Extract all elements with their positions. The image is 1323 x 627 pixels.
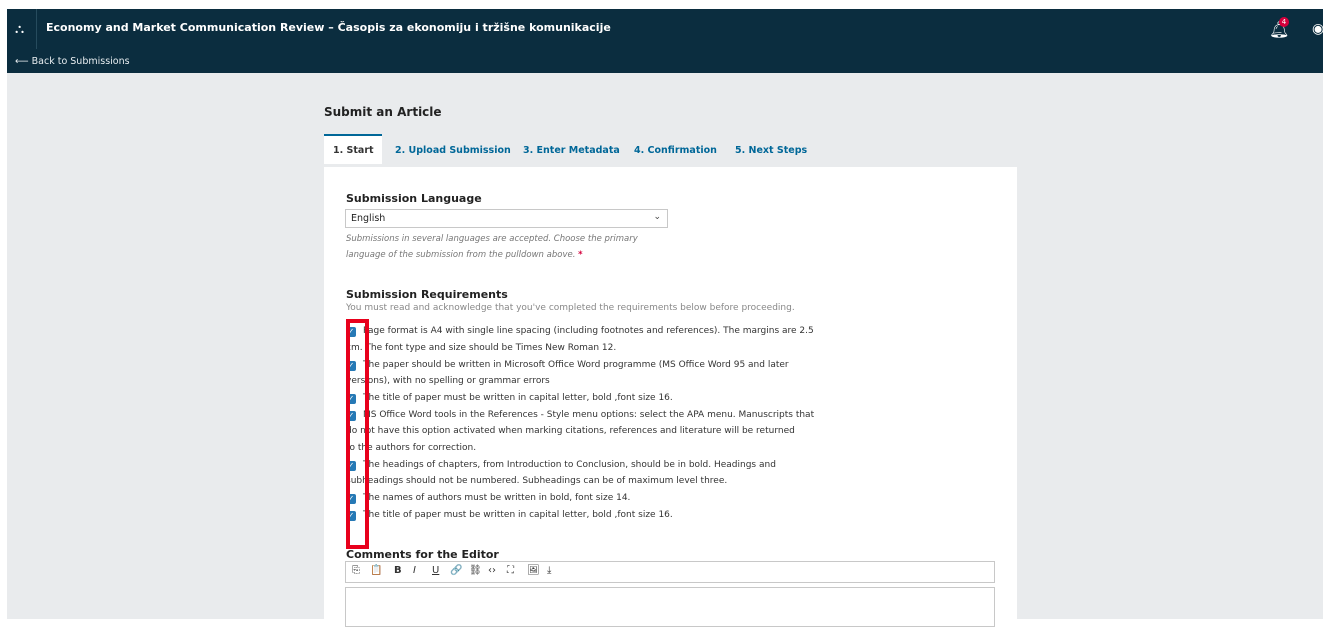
tab-start[interactable]: 1. Start xyxy=(324,134,382,164)
comments-editor[interactable] xyxy=(345,587,995,627)
required-mark: * xyxy=(578,250,583,260)
language-help-line-1: Submissions in several languages are acc… xyxy=(346,234,638,244)
bold-icon[interactable]: B xyxy=(394,565,402,576)
language-selected-value: English xyxy=(351,213,386,224)
upload-icon[interactable]: ⤓ xyxy=(547,565,551,576)
paste-icon[interactable]: 📋 xyxy=(370,565,382,576)
requirement-text: MS Office Word tools in the References -… xyxy=(363,410,815,420)
submission-requirements-heading: Submission Requirements xyxy=(346,288,508,301)
language-select[interactable]: English ⌄ xyxy=(345,209,668,228)
requirement-text: The headings of chapters, from Introduct… xyxy=(363,460,776,470)
requirement-text: The paper should be written in Microsoft… xyxy=(363,360,789,370)
link-icon[interactable]: 🔗 xyxy=(450,565,462,576)
frame-edge xyxy=(0,0,7,619)
italic-icon[interactable]: I xyxy=(413,565,416,576)
code-icon[interactable]: ‹› xyxy=(488,565,496,576)
copy-icon[interactable]: ⎘ xyxy=(352,565,360,576)
tab-confirmation[interactable]: 4. Confirmation xyxy=(634,134,717,164)
requirement-text: do not have this option activated when m… xyxy=(346,426,795,436)
page-content: Submit an Article 1. Start 2. Upload Sub… xyxy=(7,73,1323,627)
language-help-line-2: language of the submission from the pull… xyxy=(346,250,583,260)
requirement-text: The title of paper must be written in ca… xyxy=(363,393,673,403)
chevron-down-icon: ⌄ xyxy=(653,212,661,222)
notification-badge: 4 xyxy=(1279,17,1289,27)
back-to-submissions-link[interactable]: ⟵ Back to Submissions xyxy=(15,56,130,67)
submission-form: Submission Language English ⌄ Submission… xyxy=(324,167,1017,627)
requirement-text: The names of authors must be written in … xyxy=(363,493,631,503)
underline-icon[interactable]: U xyxy=(432,565,439,576)
journal-title[interactable]: Economy and Market Communication Review … xyxy=(46,21,611,34)
requirements-description: You must read and acknowledge that you'v… xyxy=(346,303,795,313)
editor-toolbar: ⎘ 📋 B I U 🔗 ⛓ ‹› ⛶ 🖼 ⤓ xyxy=(345,561,995,583)
app-header: ⛬ Economy and Market Communication Revie… xyxy=(7,9,1323,73)
requirement-text: Page format is A4 with single line spaci… xyxy=(363,326,814,336)
sitemap-icon[interactable]: ⛬ xyxy=(15,22,24,37)
page-title: Submit an Article xyxy=(324,105,442,119)
header-divider xyxy=(36,9,37,49)
requirement-text: The title of paper must be written in ca… xyxy=(363,510,673,520)
requirement-text: versions), with no spelling or grammar e… xyxy=(346,376,550,386)
submission-language-heading: Submission Language xyxy=(346,192,482,205)
image-icon[interactable]: 🖼 xyxy=(527,565,540,576)
tab-enter-metadata[interactable]: 3. Enter Metadata xyxy=(523,134,620,164)
tab-next-steps[interactable]: 5. Next Steps xyxy=(735,134,807,164)
requirement-text: subheadings should not be numbered. Subh… xyxy=(346,476,728,486)
user-icon[interactable]: ◉ xyxy=(1312,21,1323,37)
unlink-icon[interactable]: ⛓ xyxy=(469,565,482,576)
highlight-annotation-box xyxy=(346,319,369,549)
tab-upload-submission[interactable]: 2. Upload Submission xyxy=(395,134,511,164)
requirement-text: cm. The font type and size should be Tim… xyxy=(346,343,617,353)
comments-heading: Comments for the Editor xyxy=(346,548,499,561)
fullscreen-icon[interactable]: ⛶ xyxy=(507,565,514,576)
